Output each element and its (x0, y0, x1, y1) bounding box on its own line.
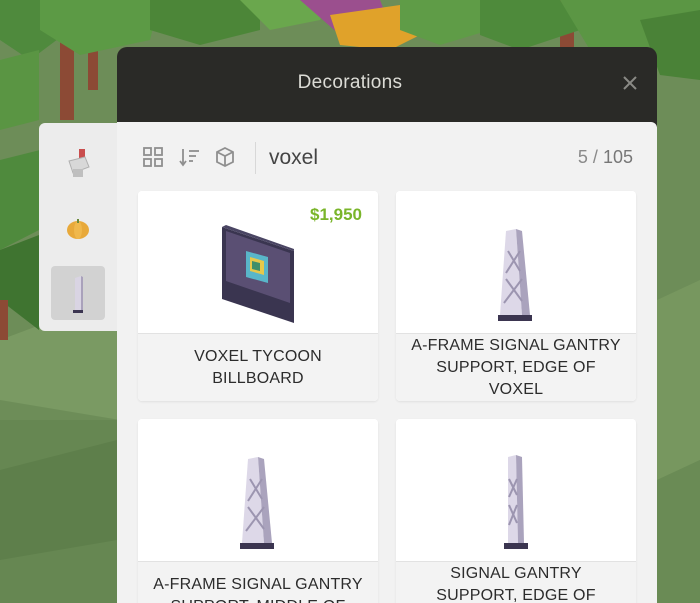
item-label: VOXEL TYCOON BILLBOARD (194, 348, 322, 387)
category-sidebar (39, 123, 118, 331)
close-button[interactable] (619, 72, 641, 94)
grid-view-button[interactable] (142, 146, 164, 168)
toolbar-divider (255, 142, 256, 174)
item-label: A-FRAME SIGNAL GANTRY SUPPORT, EDGE OF V… (411, 337, 621, 398)
panel-title: Decorations (297, 72, 403, 93)
sort-button[interactable] (178, 146, 200, 168)
count-separator: / (592, 147, 598, 167)
search-input[interactable] (267, 140, 531, 176)
count-total: 105 (602, 147, 633, 167)
item-thumbnail (396, 419, 636, 561)
toolbar: 5 / 105 (117, 122, 657, 192)
item-label: A-FRAME SIGNAL GANTRY SUPPORT, MIDDLE OF (153, 576, 363, 603)
item-card[interactable]: SIGNAL GANTRY SUPPORT, EDGE OF VOXEL (396, 419, 636, 603)
count-shown: 5 (577, 147, 588, 167)
item-label-area: VOXEL TYCOON BILLBOARD (138, 333, 378, 401)
item-thumbnail (396, 191, 636, 333)
cube-filter-button[interactable] (214, 146, 236, 168)
a-frame-gantry-middle-icon (240, 457, 274, 549)
item-card[interactable]: $1,950 VOXEL TYCOON BILLBOARD (138, 191, 378, 401)
gantry-icon (73, 276, 83, 313)
close-icon (623, 76, 637, 90)
pumpkin-icon (67, 219, 89, 239)
a-frame-gantry-icon (498, 229, 532, 321)
item-price: $1,950 (310, 205, 362, 224)
item-label-area: SIGNAL GANTRY SUPPORT, EDGE OF VOXEL (396, 561, 636, 603)
sidebar-item-pumpkin[interactable] (51, 201, 105, 255)
item-thumbnail (138, 419, 378, 561)
result-count: 5 / 105 (578, 147, 633, 168)
gantry-support-icon (504, 455, 528, 549)
decorations-panel: 5 / 105 $1,950 VOXEL TYCOON BILLBOARD (117, 122, 657, 603)
sidebar-item-props[interactable] (51, 135, 105, 189)
sort-icon (179, 149, 199, 167)
item-label-area: A-FRAME SIGNAL GANTRY SUPPORT, MIDDLE OF (138, 561, 378, 603)
grid-view-icon (143, 147, 163, 167)
sidebar-item-gantry[interactable] (51, 266, 105, 320)
cube-icon (216, 146, 234, 168)
lamp-prop-icon (68, 149, 90, 177)
item-card[interactable]: A-FRAME SIGNAL GANTRY SUPPORT, MIDDLE OF (138, 419, 378, 603)
item-label: SIGNAL GANTRY SUPPORT, EDGE OF VOXEL (436, 565, 596, 603)
item-card[interactable]: A-FRAME SIGNAL GANTRY SUPPORT, EDGE OF V… (396, 191, 636, 401)
item-label-area: A-FRAME SIGNAL GANTRY SUPPORT, EDGE OF V… (396, 333, 636, 401)
